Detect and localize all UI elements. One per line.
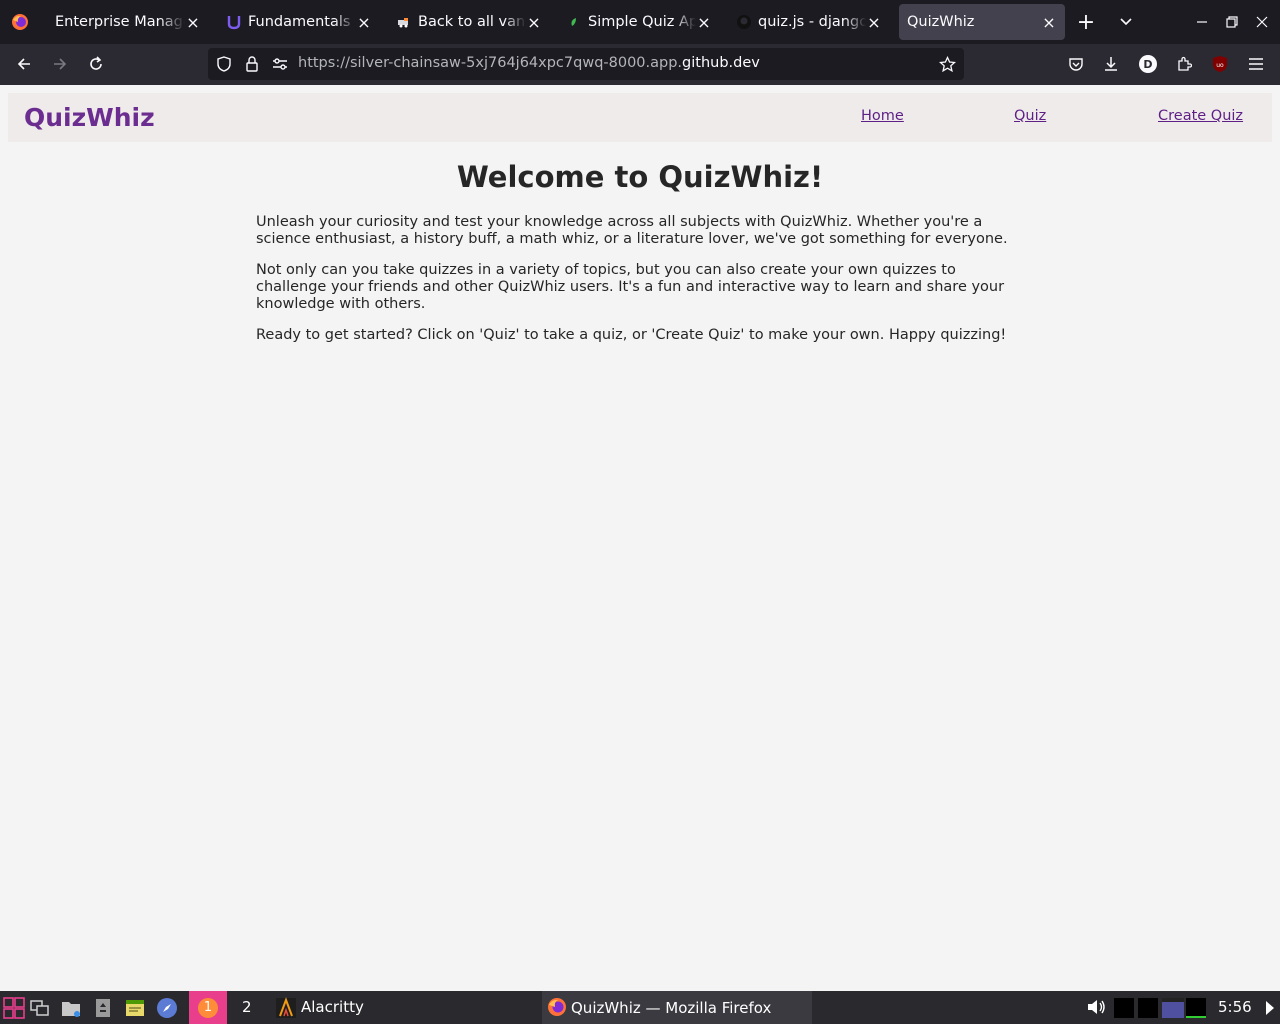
tab-fundamentals[interactable]: Fundamentals of × bbox=[218, 4, 380, 40]
browser-nav-bar: https://silver-chainsaw-5xj764j64xpc7qwq… bbox=[0, 44, 1280, 85]
volume-icon[interactable] bbox=[1086, 997, 1108, 1019]
window-switcher-icon[interactable] bbox=[29, 997, 51, 1019]
url-prefix: https://silver-chainsaw-5xj764j64xpc7qwq… bbox=[298, 55, 683, 71]
extensions-icon[interactable] bbox=[1174, 54, 1194, 74]
firefox-menu-icon[interactable] bbox=[10, 12, 30, 32]
alacritty-icon bbox=[275, 997, 297, 1019]
notes-icon[interactable] bbox=[124, 997, 146, 1019]
close-icon[interactable]: × bbox=[356, 13, 372, 32]
reload-icon[interactable] bbox=[84, 52, 108, 76]
close-icon[interactable]: × bbox=[526, 13, 542, 32]
site-header: QuizWhiz Home Quiz Create Quiz bbox=[8, 93, 1272, 142]
page-heading: Welcome to QuizWhiz! bbox=[456, 160, 824, 194]
taskbar-firefox-label: QuizWhiz — Mozilla Firefox bbox=[571, 999, 772, 1017]
workspace-1[interactable]: 1 bbox=[189, 991, 227, 1024]
close-icon[interactable]: × bbox=[185, 13, 201, 32]
app-launcher-icon[interactable] bbox=[3, 997, 25, 1019]
tray-thumbnail[interactable] bbox=[1114, 998, 1134, 1018]
archive-icon[interactable] bbox=[92, 997, 114, 1019]
firefox-icon bbox=[547, 997, 569, 1019]
page-viewport: QuizWhiz Home Quiz Create Quiz Welcome t… bbox=[0, 85, 1280, 991]
profile-avatar[interactable]: D bbox=[1139, 55, 1157, 73]
tab-title: quiz.js - django-quiz bbox=[758, 14, 866, 30]
browser-tab-bar: Enterprise Management × Fundamentals of … bbox=[0, 0, 1280, 44]
workspace-label: 1 bbox=[198, 997, 218, 1018]
nav-link-create-quiz[interactable]: Create Quiz bbox=[1158, 108, 1243, 124]
file-manager-icon[interactable] bbox=[60, 997, 82, 1019]
workspace-2[interactable]: 2 bbox=[242, 998, 252, 1016]
van-icon bbox=[396, 14, 412, 30]
tab-quizwhiz[interactable]: QuizWhiz × bbox=[899, 4, 1065, 40]
tab-title: Simple Quiz App bbox=[588, 14, 696, 30]
tab-quiz-js[interactable]: quiz.js - django-quiz × bbox=[728, 4, 890, 40]
tab-enterprise[interactable]: Enterprise Management × bbox=[47, 4, 209, 40]
tray-thumbnail[interactable] bbox=[1186, 998, 1206, 1018]
close-icon[interactable]: × bbox=[696, 13, 712, 32]
github-icon bbox=[736, 14, 752, 30]
tray-expand-icon[interactable] bbox=[1266, 1001, 1274, 1015]
chevron-down-icon[interactable] bbox=[1114, 10, 1138, 34]
lock-icon[interactable] bbox=[244, 56, 260, 72]
tab-title: Enterprise Management bbox=[55, 14, 185, 30]
url-text[interactable]: https://silver-chainsaw-5xj764j64xpc7qwq… bbox=[298, 55, 760, 71]
browser-compass-icon[interactable] bbox=[156, 997, 178, 1019]
close-icon[interactable]: × bbox=[1041, 13, 1057, 32]
tab-simple-quiz[interactable]: Simple Quiz App × bbox=[558, 4, 720, 40]
tray-thumbnail[interactable] bbox=[1162, 998, 1184, 1018]
ublock-label: uo bbox=[1216, 62, 1224, 69]
leaf-icon bbox=[566, 14, 582, 30]
url-bar[interactable]: https://silver-chainsaw-5xj764j64xpc7qwq… bbox=[208, 48, 964, 80]
pocket-icon[interactable] bbox=[1066, 54, 1086, 74]
create-paragraph: Not only can you take quizzes in a varie… bbox=[256, 262, 1005, 312]
tab-title: QuizWhiz bbox=[907, 14, 975, 30]
back-icon[interactable] bbox=[12, 52, 36, 76]
close-icon[interactable]: × bbox=[866, 13, 882, 32]
tab-vans[interactable]: Back to all vans × bbox=[388, 4, 550, 40]
nav-link-home[interactable]: Home bbox=[861, 108, 904, 124]
nav-link-quiz[interactable]: Quiz bbox=[1014, 108, 1046, 124]
download-icon[interactable] bbox=[1101, 54, 1121, 74]
taskbar-app-alacritty[interactable]: Alacritty bbox=[301, 998, 364, 1016]
shield-icon[interactable] bbox=[216, 56, 232, 72]
hamburger-menu-icon[interactable] bbox=[1246, 54, 1266, 74]
new-tab-icon[interactable]: + bbox=[1074, 10, 1098, 35]
tray-thumbnail[interactable] bbox=[1138, 998, 1158, 1018]
tab-title: Back to all vans bbox=[418, 14, 526, 30]
close-window-icon[interactable] bbox=[1252, 12, 1272, 32]
udemy-icon bbox=[226, 14, 242, 30]
ublock-icon[interactable]: uo bbox=[1210, 54, 1230, 74]
intro-paragraph: Unleash your curiosity and test your kno… bbox=[256, 214, 1008, 247]
clock: 5:56 bbox=[1218, 998, 1252, 1016]
url-domain: github.dev bbox=[682, 55, 760, 71]
minimize-icon[interactable] bbox=[1192, 12, 1212, 32]
restore-icon[interactable] bbox=[1222, 12, 1242, 32]
site-logo[interactable]: QuizWhiz bbox=[24, 103, 155, 132]
bookmark-star-icon[interactable] bbox=[938, 55, 956, 73]
permissions-icon[interactable] bbox=[272, 56, 288, 72]
forward-icon[interactable] bbox=[48, 52, 72, 76]
get-started-paragraph: Ready to get started? Click on 'Quiz' to… bbox=[256, 327, 1007, 343]
tab-title: Fundamentals of bbox=[248, 14, 356, 30]
desktop-taskbar: 1 2 Alacritty QuizWhiz — Mozilla Firefox… bbox=[0, 991, 1280, 1024]
